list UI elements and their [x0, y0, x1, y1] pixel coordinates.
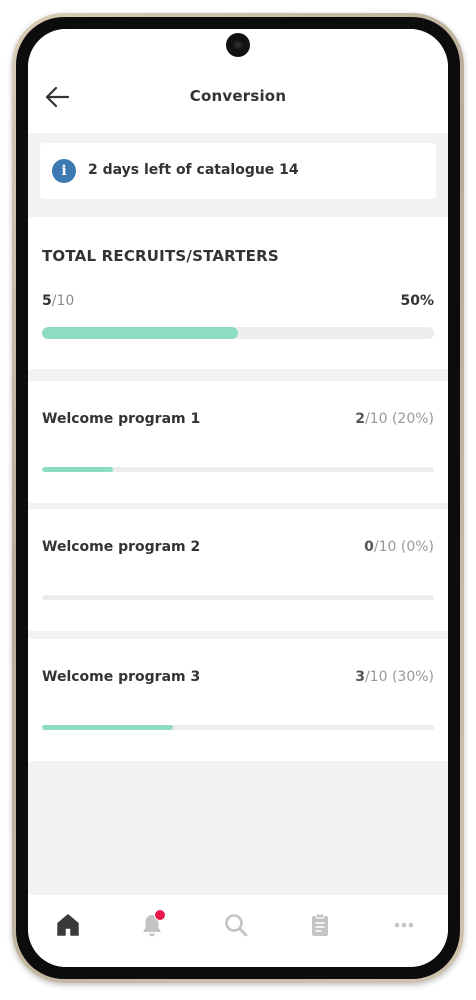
notice-text: 2 days left of catalogue 14 [88, 162, 299, 178]
total-progress-bar [42, 327, 434, 339]
nav-home[interactable] [46, 907, 90, 943]
program-card-2[interactable]: Welcome program 2 0/10 (0%) [28, 509, 448, 631]
catalogue-notice: i 2 days left of catalogue 14 [40, 143, 436, 199]
bottom-nav [28, 895, 448, 967]
search-icon [225, 914, 248, 937]
program-count-rest: /10 (20%) [364, 411, 434, 427]
nav-orders[interactable] [298, 907, 342, 943]
home-icon [57, 914, 79, 936]
program-count-current: 2 [355, 411, 365, 427]
info-icon: i [52, 159, 76, 183]
total-progress-fill [42, 327, 238, 339]
program-count-rest: /10 (0%) [373, 539, 434, 555]
nav-more[interactable] [382, 907, 426, 943]
program-count-rest: /10 (30%) [364, 669, 434, 685]
program-count-current: 0 [364, 539, 374, 555]
program-progress-fill [42, 725, 174, 730]
program-count: 0/10 (0%) [364, 539, 434, 555]
program-card-3[interactable]: Welcome program 3 3/10 (30%) [28, 639, 448, 761]
program-name: Welcome program 3 [42, 669, 201, 685]
program-name: Welcome program 2 [42, 539, 201, 555]
program-count: 2/10 (20%) [355, 411, 434, 427]
total-percent: 50% [400, 293, 434, 309]
total-count: 5/10 [42, 293, 74, 309]
total-title: TOTAL RECRUITS/STARTERS [42, 247, 279, 265]
phone-frame: Conversion i 2 days left of catalogue 14… [12, 13, 464, 983]
total-recruits-card: TOTAL RECRUITS/STARTERS 5/10 50% [28, 217, 448, 369]
program-name: Welcome program 1 [42, 411, 201, 427]
total-count-current: 5 [42, 293, 52, 309]
program-progress-fill [42, 467, 113, 472]
program-progress-bar [42, 595, 434, 600]
page-title: Conversion [189, 87, 287, 105]
notification-badge [154, 909, 166, 921]
clipboard-icon [312, 913, 328, 936]
program-progress-bar [42, 467, 434, 472]
notice-section: i 2 days left of catalogue 14 [28, 135, 448, 215]
app-screen: Conversion i 2 days left of catalogue 14… [28, 29, 448, 967]
total-count-of: /10 [51, 293, 75, 309]
nav-notifications[interactable] [130, 907, 174, 943]
program-count-current: 3 [355, 669, 365, 685]
camera-icon [226, 33, 250, 57]
program-card-1[interactable]: Welcome program 1 2/10 (20%) [28, 381, 448, 503]
program-progress-bar [42, 725, 434, 730]
more-icon [394, 922, 414, 928]
phone-bezel: Conversion i 2 days left of catalogue 14… [16, 17, 460, 979]
nav-search[interactable] [214, 907, 258, 943]
program-count: 3/10 (30%) [355, 669, 434, 685]
